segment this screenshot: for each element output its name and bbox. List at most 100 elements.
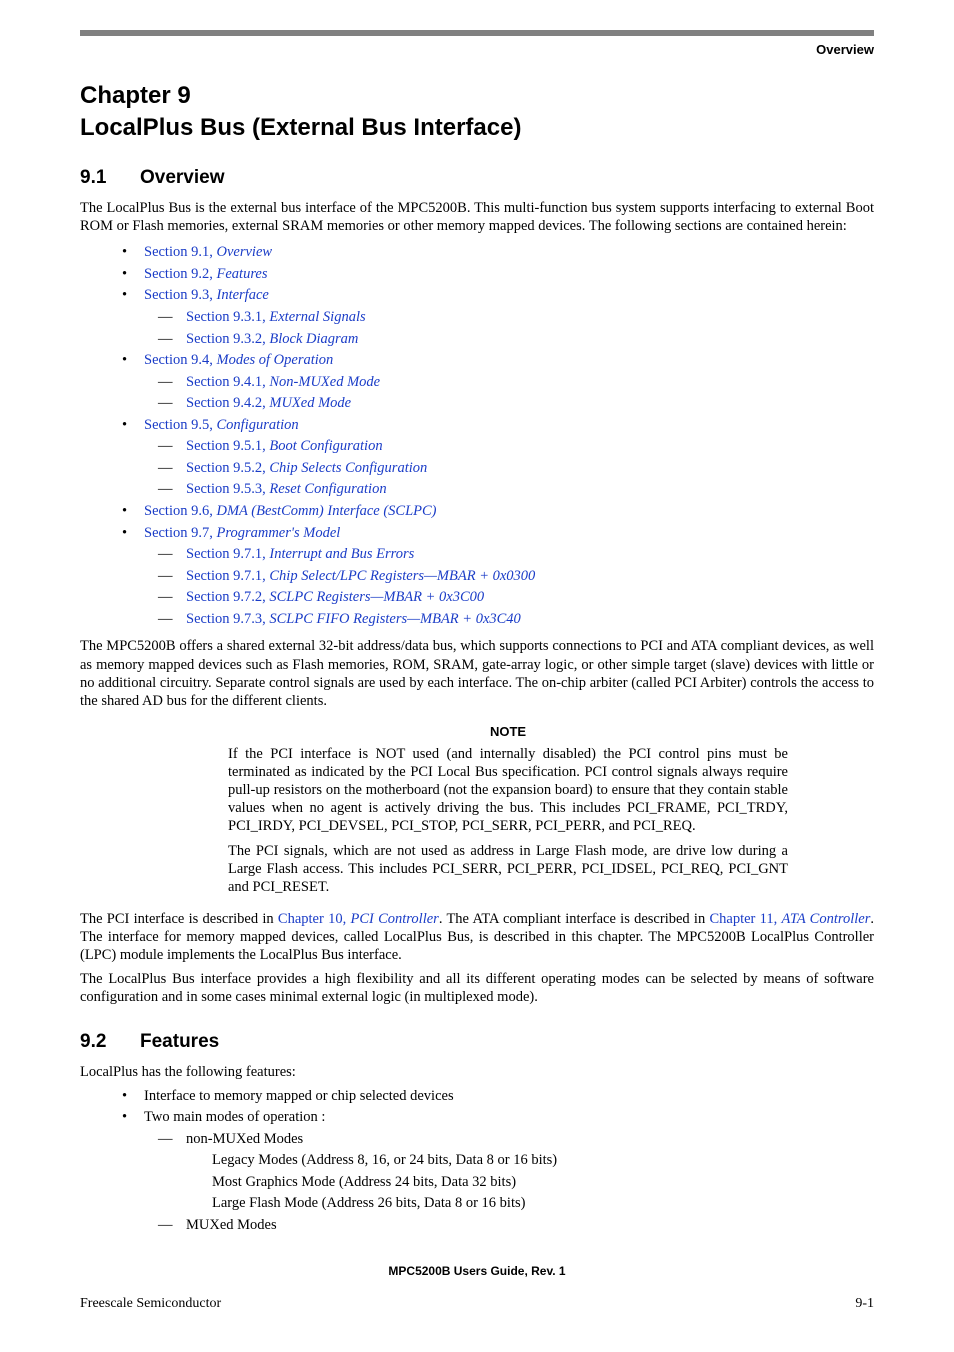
overview-para4: The LocalPlus Bus interface provides a h… bbox=[80, 970, 874, 1006]
toc-item: Section 9.7, Programmer's Model bbox=[122, 524, 874, 544]
toc-link[interactable]: Section 9.5.3, Reset Configuration bbox=[186, 481, 387, 497]
toc-item: Section 9.6, DMA (BestComm) Interface (S… bbox=[122, 502, 874, 522]
footer-docid: MPC5200B Users Guide, Rev. 1 bbox=[80, 1264, 874, 1278]
overview-intro: The LocalPlus Bus is the external bus in… bbox=[80, 199, 874, 235]
xref-title: ATA Controller bbox=[782, 911, 871, 927]
xref-ref: Chapter 11 bbox=[709, 911, 773, 927]
toc-link[interactable]: Section 9.6, DMA (BestComm) Interface (S… bbox=[144, 503, 437, 519]
xref-ref: Section 9.5.2 bbox=[186, 460, 262, 476]
feature-item: Large Flash Mode (Address 26 bits, Data … bbox=[212, 1194, 874, 1214]
section-9-2-heading: 9.2Features bbox=[80, 1031, 874, 1053]
xref-ref: Section 9.7.1 bbox=[186, 546, 262, 562]
toc-item: Section 9.3, Interface bbox=[122, 286, 874, 306]
toc-link[interactable]: Section 9.4.2, MUXed Mode bbox=[186, 395, 351, 411]
xref-title: DMA (BestComm) Interface (SCLPC) bbox=[217, 503, 437, 519]
feature-text: Legacy Modes (Address 8, 16, or 24 bits,… bbox=[212, 1152, 557, 1168]
toc-link[interactable]: Section 9.3.2, Block Diagram bbox=[186, 331, 358, 347]
xref-ref: Section 9.7.2 bbox=[186, 589, 262, 605]
section-title: Overview bbox=[140, 167, 225, 188]
header-section-label: Overview bbox=[80, 42, 874, 57]
xref-ref: Section 9.5 bbox=[144, 417, 209, 433]
toc-list: Section 9.1, Overview Section 9.2, Featur… bbox=[80, 243, 874, 629]
xref-title: Interrupt and Bus Errors bbox=[269, 546, 414, 562]
toc-item: Section 9.5.1, Boot Configuration bbox=[158, 437, 874, 457]
feature-text: Large Flash Mode (Address 26 bits, Data … bbox=[212, 1195, 525, 1211]
xref-ref: Section 9.3.1 bbox=[186, 309, 262, 325]
toc-link[interactable]: Section 9.5.1, Boot Configuration bbox=[186, 438, 383, 454]
xref-ref: Section 9.4.2 bbox=[186, 395, 262, 411]
section-number: 9.1 bbox=[80, 167, 140, 189]
toc-item: Section 9.7.3, SCLPC FIFO Registers—MBAR… bbox=[158, 610, 874, 630]
xref-ref: Chapter 10 bbox=[278, 911, 343, 927]
toc-item: Section 9.5.2, Chip Selects Configuratio… bbox=[158, 459, 874, 479]
feature-text: MUXed Modes bbox=[186, 1217, 277, 1233]
xref-title: Chip Select/LPC Registers—MBAR + 0x0300 bbox=[269, 568, 535, 584]
toc-link[interactable]: Section 9.5, Configuration bbox=[144, 417, 299, 433]
xref-title: Reset Configuration bbox=[269, 481, 386, 497]
toc-link[interactable]: Section 9.3, Interface bbox=[144, 287, 269, 303]
link-chapter-10[interactable]: Chapter 10, PCI Controller bbox=[278, 911, 439, 927]
note-para-1: If the PCI interface is NOT used (and in… bbox=[228, 745, 788, 836]
xref-ref: Section 9.4 bbox=[144, 352, 209, 368]
toc-link[interactable]: Section 9.2, Features bbox=[144, 266, 268, 282]
feature-item: MUXed Modes bbox=[158, 1216, 874, 1236]
note-block: NOTE If the PCI interface is NOT used (a… bbox=[228, 724, 788, 896]
page: Overview Chapter 9 LocalPlus Bus (Extern… bbox=[0, 0, 954, 1352]
toc-link[interactable]: Section 9.7.3, SCLPC FIFO Registers—MBAR… bbox=[186, 611, 521, 627]
xref-title: Overview bbox=[217, 244, 273, 260]
feature-text: Two main modes of operation : bbox=[144, 1109, 325, 1125]
xref-ref: Section 9.6 bbox=[144, 503, 209, 519]
toc-item: Section 9.5, Configuration bbox=[122, 416, 874, 436]
footer-vendor: Freescale Semiconductor bbox=[80, 1296, 221, 1312]
xref-title: PCI Controller bbox=[350, 911, 438, 927]
feature-item: Interface to memory mapped or chip selec… bbox=[122, 1087, 874, 1107]
xref-ref: Section 9.7.3 bbox=[186, 611, 262, 627]
xref-title: Modes of Operation bbox=[217, 352, 334, 368]
section-number: 9.2 bbox=[80, 1031, 140, 1053]
xref-ref: Section 9.7 bbox=[144, 525, 209, 541]
xref-ref: Section 9.1 bbox=[144, 244, 209, 260]
xref-ref: Section 9.2 bbox=[144, 266, 209, 282]
xref-title: MUXed Mode bbox=[269, 395, 351, 411]
toc-item: Section 9.4.1, Non-MUXed Mode bbox=[158, 373, 874, 393]
section-9-1-heading: 9.1Overview bbox=[80, 167, 874, 189]
xref-ref: Section 9.5.3 bbox=[186, 481, 262, 497]
text: . The ATA compliant interface is describ… bbox=[439, 911, 710, 927]
feature-item: Most Graphics Mode (Address 24 bits, Dat… bbox=[212, 1173, 874, 1193]
xref-title: SCLPC FIFO Registers—MBAR + 0x3C40 bbox=[269, 611, 520, 627]
toc-link[interactable]: Section 9.7, Programmer's Model bbox=[144, 525, 340, 541]
overview-para2: The MPC5200B offers a shared external 32… bbox=[80, 637, 874, 710]
toc-link[interactable]: Section 9.1, Overview bbox=[144, 244, 272, 260]
overview-para3: The PCI interface is described in Chapte… bbox=[80, 910, 874, 964]
feature-item: non-MUXed Modes bbox=[158, 1130, 874, 1150]
features-list: Interface to memory mapped or chip selec… bbox=[80, 1087, 874, 1236]
feature-text: Most Graphics Mode (Address 24 bits, Dat… bbox=[212, 1174, 516, 1190]
toc-link[interactable]: Section 9.4.1, Non-MUXed Mode bbox=[186, 374, 380, 390]
footer-row: Freescale Semiconductor 9-1 bbox=[80, 1296, 874, 1312]
xref-ref: Section 9.3.2 bbox=[186, 331, 262, 347]
section-title: Features bbox=[140, 1031, 219, 1052]
xref-ref: Section 9.4.1 bbox=[186, 374, 262, 390]
note-title: NOTE bbox=[228, 724, 788, 739]
toc-link[interactable]: Section 9.7.2, SCLPC Registers—MBAR + 0x… bbox=[186, 589, 484, 605]
xref-title: SCLPC Registers—MBAR + 0x3C00 bbox=[269, 589, 484, 605]
link-chapter-11[interactable]: Chapter 11, ATA Controller bbox=[709, 911, 870, 927]
toc-link[interactable]: Section 9.7.1, Interrupt and Bus Errors bbox=[186, 546, 414, 562]
text: The PCI interface is described in bbox=[80, 911, 278, 927]
xref-title: Block Diagram bbox=[269, 331, 358, 347]
feature-item: Legacy Modes (Address 8, 16, or 24 bits,… bbox=[212, 1151, 874, 1171]
toc-link[interactable]: Section 9.3.1, External Signals bbox=[186, 309, 366, 325]
toc-link[interactable]: Section 9.5.2, Chip Selects Configuratio… bbox=[186, 460, 427, 476]
xref-ref: Section 9.7.1 bbox=[186, 568, 262, 584]
feature-item: Two main modes of operation : bbox=[122, 1108, 874, 1128]
toc-link[interactable]: Section 9.4, Modes of Operation bbox=[144, 352, 333, 368]
feature-text: Interface to memory mapped or chip selec… bbox=[144, 1088, 454, 1104]
note-para-2: The PCI signals, which are not used as a… bbox=[228, 842, 788, 896]
toc-item: Section 9.3.1, External Signals bbox=[158, 308, 874, 328]
xref-title: Chip Selects Configuration bbox=[269, 460, 427, 476]
toc-link[interactable]: Section 9.7.1, Chip Select/LPC Registers… bbox=[186, 568, 535, 584]
toc-item: Section 9.7.2, SCLPC Registers—MBAR + 0x… bbox=[158, 588, 874, 608]
feature-text: non-MUXed Modes bbox=[186, 1131, 303, 1147]
xref-title: Features bbox=[217, 266, 268, 282]
toc-item: Section 9.3.2, Block Diagram bbox=[158, 330, 874, 350]
